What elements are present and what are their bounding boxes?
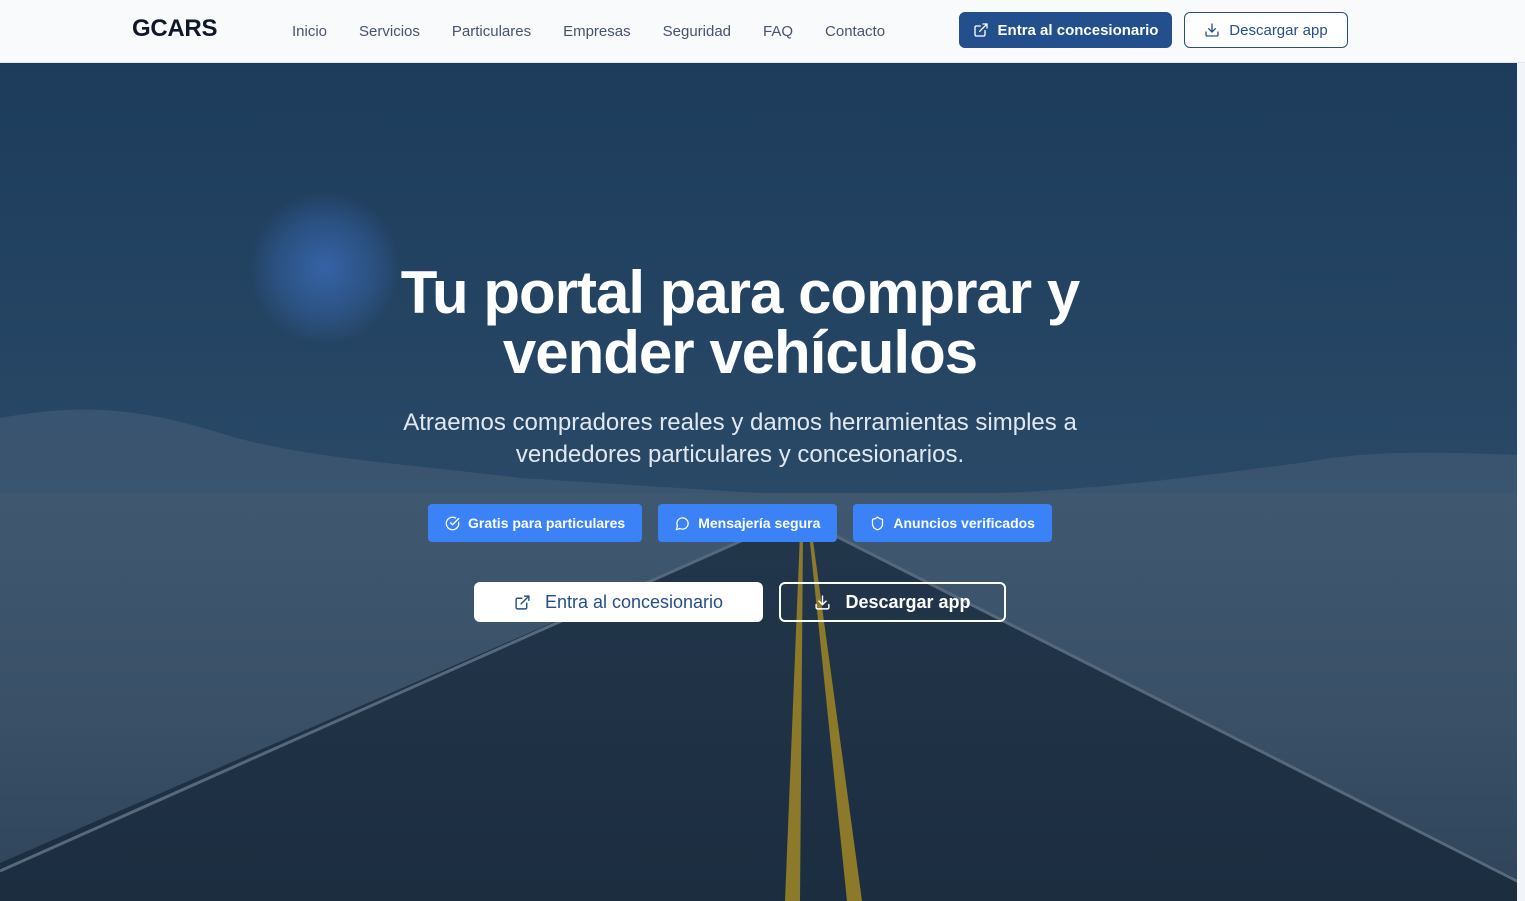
hero-title-line-1: Tu portal para comprar y bbox=[400, 259, 1080, 326]
header-dealer-button-label: Entra al concesionario bbox=[997, 21, 1159, 39]
hero-download-button[interactable]: Descargar app bbox=[779, 582, 1006, 622]
badge-label: Mensajería segura bbox=[698, 515, 821, 531]
hero-section: Tu portal para comprar y vender vehículo… bbox=[0, 63, 1525, 901]
site-header: GCARS Inicio Servicios Particulares Empr… bbox=[0, 0, 1525, 63]
nav-link-faq[interactable]: FAQ bbox=[763, 23, 793, 40]
logo[interactable]: GCARS bbox=[132, 15, 217, 43]
hero-subtitle-line-1: Atraemos compradores reales y damos herr… bbox=[403, 409, 1077, 436]
shield-icon bbox=[872, 516, 884, 530]
header-dealer-button[interactable]: Entra al concesionario bbox=[959, 12, 1172, 48]
nav-link-particulares[interactable]: Particulares bbox=[452, 23, 531, 40]
hero-dealer-button-label: Entra al concesionario bbox=[544, 591, 724, 612]
hero-download-button-label: Descargar app bbox=[845, 591, 971, 612]
hero-subtitle: Atraemos compradores reales y damos herr… bbox=[0, 407, 1480, 471]
hero-dealer-button[interactable]: Entra al concesionario bbox=[474, 582, 763, 622]
check-circle-icon bbox=[445, 516, 460, 530]
hero-title-line-2: vender vehículos bbox=[502, 319, 978, 386]
message-circle-icon bbox=[675, 516, 689, 530]
header-download-button[interactable]: Descargar app bbox=[1184, 12, 1348, 48]
scrollbar-track[interactable] bbox=[1517, 63, 1525, 901]
nav-link-contacto[interactable]: Contacto bbox=[825, 23, 885, 40]
external-link-icon bbox=[515, 594, 530, 610]
hero-title: Tu portal para comprar y vender vehículo… bbox=[0, 263, 1480, 383]
badge-verified-listings: Anuncios verificados bbox=[853, 504, 1052, 542]
header-download-button-label: Descargar app bbox=[1229, 21, 1328, 39]
feature-badges: Gratis para particulares Mensajería segu… bbox=[0, 504, 1480, 542]
nav-link-empresas[interactable]: Empresas bbox=[563, 23, 631, 40]
hero-cta-row: Entra al concesionario Descargar app bbox=[0, 582, 1480, 622]
external-link-icon bbox=[973, 23, 988, 37]
badge-free-for-individuals: Gratis para particulares bbox=[428, 504, 643, 542]
hero-background-road-image bbox=[0, 63, 1525, 901]
badge-label: Anuncios verificados bbox=[893, 515, 1035, 531]
nav-link-servicios[interactable]: Servicios bbox=[359, 23, 420, 40]
download-icon bbox=[1205, 23, 1219, 37]
hero-subtitle-line-2: vendedores particulares y concesionarios… bbox=[515, 441, 965, 468]
nav-link-inicio[interactable]: Inicio bbox=[292, 23, 327, 40]
nav-link-seguridad[interactable]: Seguridad bbox=[663, 23, 731, 40]
main-nav: Inicio Servicios Particulares Empresas S… bbox=[292, 0, 885, 62]
landing-page: GCARS Inicio Servicios Particulares Empr… bbox=[0, 0, 1525, 901]
download-icon bbox=[815, 594, 831, 610]
badge-label: Gratis para particulares bbox=[468, 515, 626, 531]
badge-secure-messaging: Mensajería segura bbox=[658, 504, 838, 542]
